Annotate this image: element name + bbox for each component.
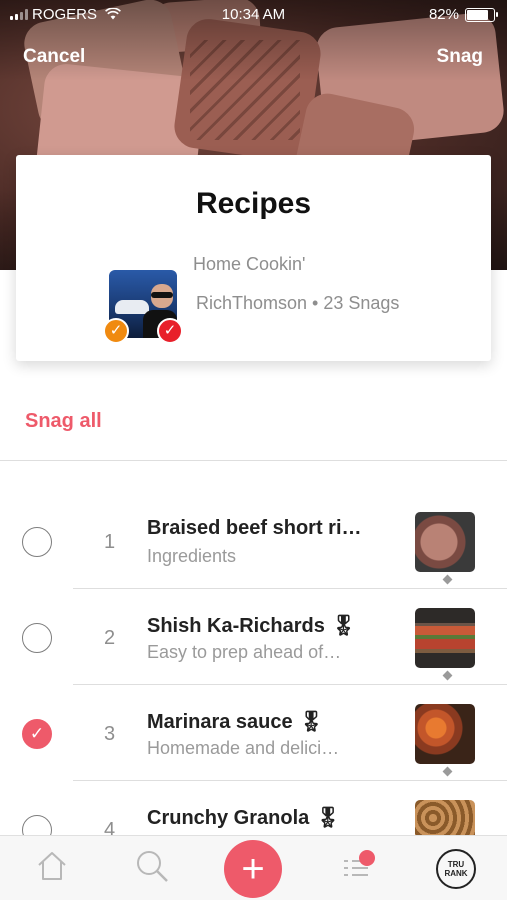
collection-subtitle: Home Cookin' [193, 254, 306, 274]
recipe-title: Shish Ka-Richards 🎖 [147, 615, 357, 637]
recipe-number: 1 [104, 531, 116, 553]
medal-icon: 🎖 [298, 711, 325, 733]
diamond-icon [442, 670, 453, 681]
home-icon [35, 850, 69, 887]
snag-all-button[interactable]: Snag all [25, 410, 102, 433]
diamond-icon [442, 574, 453, 585]
recipe-thumbnail [415, 704, 475, 764]
select-radio[interactable] [22, 527, 52, 557]
tab-home[interactable] [30, 836, 74, 900]
recipe-description: Easy to prep ahead of… [147, 642, 342, 662]
medal-icon: 🎖 [330, 615, 357, 637]
status-bar: ROGERS 10:34 AM 82% [0, 0, 507, 30]
notification-dot [359, 850, 375, 866]
tab-bar: + TRU RANK [0, 835, 507, 900]
select-radio-checked[interactable]: ✓ [22, 719, 52, 749]
orange-check-badge-icon: ✓ [103, 318, 129, 344]
true-rank-icon: TRU RANK [436, 848, 476, 889]
tab-true-rank[interactable]: TRU RANK [434, 836, 478, 900]
recipe-title: Marinara sauce 🎖 [147, 711, 325, 733]
recipe-number: 2 [104, 627, 116, 649]
tab-feed[interactable] [335, 836, 379, 900]
recipe-thumbnail [415, 608, 475, 668]
recipe-row[interactable]: 2 Shish Ka-Richards 🎖 Easy to prep ahead … [0, 589, 507, 685]
collection-card: Recipes Home Cookin' RichThomson • 23 Sn… [16, 155, 491, 361]
collection-title: Recipes [195, 187, 312, 220]
battery-percent: 82% [428, 6, 459, 23]
select-radio[interactable] [22, 623, 52, 653]
battery-indicator: 82% [428, 6, 498, 23]
recipe-row[interactable]: ✓ 3 Marinara sauce 🎖 Homemade and delici… [0, 685, 507, 781]
recipe-description: Ingredients [147, 546, 237, 566]
recipe-thumbnail [415, 512, 475, 572]
recipe-title: Braised beef short ri… [147, 517, 362, 539]
recipe-row[interactable]: 1 Braised beef short ri… Ingredients [0, 493, 507, 589]
add-icon: + [241, 847, 265, 891]
divider [0, 460, 507, 461]
add-button[interactable]: + [224, 840, 282, 898]
battery-icon [465, 7, 498, 22]
cancel-button[interactable]: Cancel [23, 46, 85, 68]
tab-search[interactable] [130, 836, 174, 900]
recipe-number: 3 [104, 723, 116, 745]
red-check-badge-icon: ✓ [157, 318, 183, 344]
snag-button[interactable]: Snag [437, 46, 483, 68]
recipe-title: Crunchy Granola 🎖 [147, 807, 341, 829]
recipe-description: Homemade and delici… [147, 738, 340, 758]
author-snag-count[interactable]: RichThomson • 23 Snags [196, 293, 399, 314]
medal-icon: 🎖 [315, 807, 341, 829]
diamond-icon [442, 766, 453, 777]
search-icon [134, 848, 170, 889]
